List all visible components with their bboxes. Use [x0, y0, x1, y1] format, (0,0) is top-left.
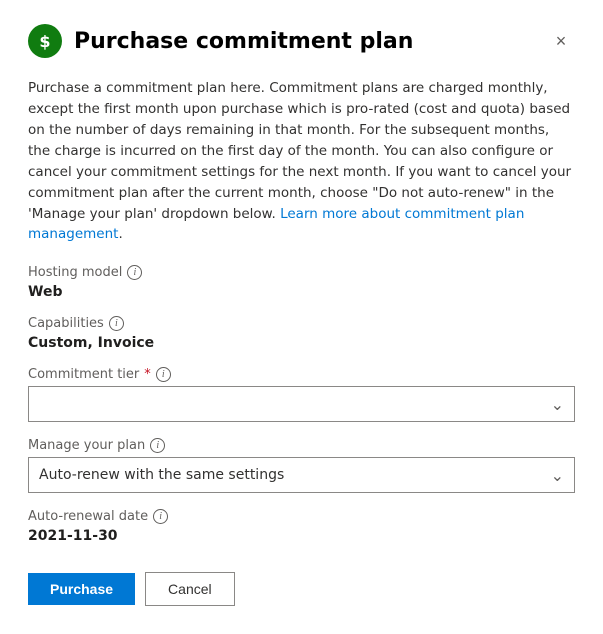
manage-plan-selected-value: Auto-renew with the same settings — [39, 467, 284, 483]
description-text: Purchase a commitment plan here. Commitm… — [28, 78, 575, 245]
header-left: $ Purchase commitment plan — [28, 24, 413, 58]
manage-plan-label: Manage your plan i — [28, 438, 575, 453]
commitment-tier-label-text: Commitment tier — [28, 367, 139, 382]
commitment-tier-select[interactable]: ⌄ — [28, 386, 575, 422]
manage-plan-group: Manage your plan i Auto-renew with the s… — [28, 438, 575, 493]
manage-plan-info-icon[interactable]: i — [150, 438, 165, 453]
capabilities-info-icon[interactable]: i — [109, 316, 124, 331]
auto-renewal-date-info-icon[interactable]: i — [153, 509, 168, 524]
capabilities-value: Custom, Invoice — [28, 335, 575, 351]
hosting-model-info-icon[interactable]: i — [127, 265, 142, 280]
auto-renewal-date-label-text: Auto-renewal date — [28, 509, 148, 524]
dialog-title: Purchase commitment plan — [74, 29, 413, 54]
manage-plan-select[interactable]: Auto-renew with the same settings ⌄ — [28, 457, 575, 493]
hosting-model-group: Hosting model i Web — [28, 265, 575, 300]
auto-renewal-date-label: Auto-renewal date i — [28, 509, 575, 524]
auto-renewal-date-group: Auto-renewal date i 2021-11-30 — [28, 509, 575, 544]
cancel-button[interactable]: Cancel — [145, 572, 235, 606]
dialog-footer: Purchase Cancel — [28, 572, 575, 606]
required-star: * — [144, 367, 151, 382]
commitment-tier-chevron-icon: ⌄ — [551, 395, 564, 414]
dialog-header: $ Purchase commitment plan × — [28, 24, 575, 58]
purchase-button[interactable]: Purchase — [28, 573, 135, 605]
close-button[interactable]: × — [547, 27, 575, 55]
commitment-tier-label: Commitment tier * i — [28, 367, 575, 382]
manage-plan-chevron-icon: ⌄ — [551, 466, 564, 485]
purchase-commitment-dialog: $ Purchase commitment plan × Purchase a … — [0, 0, 603, 634]
dollar-icon: $ — [39, 32, 50, 51]
commitment-tier-group: Commitment tier * i ⌄ — [28, 367, 575, 422]
description-main: Purchase a commitment plan here. Commitm… — [28, 80, 571, 222]
capabilities-group: Capabilities i Custom, Invoice — [28, 316, 575, 351]
hosting-model-label: Hosting model i — [28, 265, 575, 280]
auto-renewal-date-value: 2021-11-30 — [28, 528, 575, 544]
capabilities-label-text: Capabilities — [28, 316, 104, 331]
hosting-model-value: Web — [28, 284, 575, 300]
hosting-model-label-text: Hosting model — [28, 265, 122, 280]
commitment-tier-info-icon[interactable]: i — [156, 367, 171, 382]
app-icon: $ — [28, 24, 62, 58]
manage-plan-label-text: Manage your plan — [28, 438, 145, 453]
capabilities-label: Capabilities i — [28, 316, 575, 331]
